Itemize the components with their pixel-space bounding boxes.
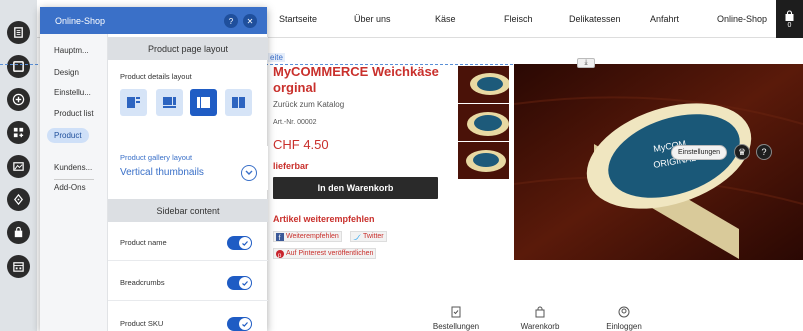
cheese-image: MyCOM ORIGINAL (514, 64, 803, 260)
gallery-thumbnail[interactable] (458, 66, 509, 103)
gallery-layout-dropdown[interactable]: Product gallery layout Vertical thumbnai… (108, 146, 268, 190)
layout-sidebar-left-icon[interactable] (120, 89, 147, 116)
pages-icon[interactable] (7, 21, 30, 44)
row-divider (108, 260, 268, 261)
side-nav-divider (54, 179, 94, 180)
layout-top-icon[interactable] (156, 89, 183, 116)
details-layout-label: Product details layout (120, 72, 192, 81)
layout-icon[interactable] (7, 55, 30, 78)
footer-login-label: Einloggen (606, 322, 642, 331)
gallery-thumbnail[interactable] (458, 104, 509, 141)
twitter-icon (353, 233, 361, 241)
facebook-share-label: Weiterempfehlen (286, 233, 339, 240)
cart-count: 0 (787, 21, 792, 29)
chevron-down-icon (241, 165, 257, 181)
back-to-catalog-link[interactable]: Zurück zum Katalog (273, 100, 344, 109)
twitter-share-button[interactable]: Twitter (350, 231, 387, 242)
pinterest-share-label: Auf Pinterest veröffentlichen (286, 250, 374, 257)
panel-header: Online-Shop ? ✕ (40, 7, 267, 34)
side-item-kundenservice[interactable]: Kundens... (54, 163, 92, 172)
pen-icon[interactable] (7, 188, 30, 211)
breadcrumbs-toggle[interactable] (227, 276, 252, 290)
product-title: MyCOMMERCE Weichkäse orginal (273, 64, 439, 95)
nav-delikatessen[interactable]: Delikatessen (569, 14, 621, 24)
check-icon (242, 240, 248, 246)
shop-bag-icon[interactable] (7, 221, 30, 244)
sidebar-section-title: Sidebar content (108, 199, 268, 222)
svg-text:f: f (279, 235, 281, 241)
footer-cart[interactable]: Warenkorb (505, 306, 575, 331)
footer-cart-label: Warenkorb (520, 322, 560, 331)
product-main-image[interactable]: MyCOM ORIGINAL (514, 64, 803, 260)
nav-online-shop[interactable]: Online-Shop (717, 14, 767, 24)
breadcrumb-tag[interactable]: eite (268, 53, 285, 62)
close-icon[interactable]: ✕ (243, 14, 257, 28)
side-item-hauptmenue[interactable]: Hauptm... (54, 46, 89, 55)
recommend-heading: Artikel weiterempfehlen (273, 214, 375, 224)
toggle-label-product-sku: Product SKU (120, 319, 164, 328)
toggle-label-breadcrumbs: Breadcrumbs (120, 278, 165, 287)
product-sku: Art.-Nr. 00002 (273, 119, 317, 126)
nav-anfahrt[interactable]: Anfahrt (650, 14, 679, 24)
nav-fleisch[interactable]: Fleisch (504, 14, 533, 24)
panel-title: Online-Shop (55, 16, 106, 26)
cart-bag-icon (785, 9, 794, 21)
gallery-layout-label: Product gallery layout (120, 153, 193, 162)
twitter-share-label: Twitter (363, 233, 384, 240)
header-cart-button[interactable]: 0 (776, 0, 803, 38)
gallery-thumbnail[interactable] (458, 142, 509, 179)
bag-icon (535, 306, 545, 318)
toggle-label-product-name: Product name (120, 238, 167, 247)
nav-kaese[interactable]: Käse (435, 14, 456, 24)
apps-icon[interactable] (7, 121, 30, 144)
side-item-design[interactable]: Design (54, 68, 79, 77)
media-icon[interactable] (7, 155, 30, 178)
online-shop-panel: Online-Shop ? ✕ Hauptm... Design Einstel… (40, 7, 268, 331)
check-icon (242, 280, 248, 286)
row-divider (108, 300, 268, 301)
crown-icon[interactable]: ♛ (734, 144, 750, 160)
panel-side-nav: Hauptm... Design Einstellu... Product li… (40, 34, 106, 331)
panel-content: Product page layout Product details layo… (107, 34, 268, 331)
layout-columns-icon[interactable] (225, 89, 252, 116)
nav-ueber-uns[interactable]: Über uns (354, 14, 391, 24)
footer-orders[interactable]: Bestellungen (421, 306, 491, 331)
facebook-icon: f (276, 232, 284, 242)
gallery-layout-value: Vertical thumbnails (120, 167, 204, 178)
layout-section-title: Product page layout (108, 37, 268, 60)
nav-startseite[interactable]: Startseite (279, 14, 317, 24)
add-to-cart-button[interactable]: In den Warenkorb (273, 177, 438, 199)
calendar-icon[interactable] (7, 255, 30, 278)
pinterest-share-button[interactable]: p Auf Pinterest veröffentlichen (273, 248, 377, 259)
footer-login[interactable]: Einloggen (589, 306, 659, 331)
check-icon (242, 321, 248, 327)
side-item-product[interactable]: Product (47, 128, 89, 143)
product-sku-toggle[interactable] (227, 317, 252, 331)
user-icon (618, 306, 630, 318)
side-item-product-list[interactable]: Product list (54, 109, 94, 118)
availability-status: lieferbar (273, 161, 309, 171)
product-price: CHF 4.50 (273, 137, 329, 152)
image-settings-button[interactable]: Einstellungen (671, 145, 728, 160)
facebook-share-button[interactable]: f Weiterempfehlen (273, 231, 342, 242)
side-item-add-ons[interactable]: Add-Ons (54, 183, 86, 192)
left-toolbar (0, 0, 37, 331)
footer-orders-label: Bestellungen (432, 322, 480, 331)
pinterest-icon: p (276, 249, 284, 259)
layout-sidebar-split-icon[interactable] (190, 89, 217, 116)
add-icon[interactable] (7, 88, 30, 111)
help-icon[interactable]: ? (756, 144, 772, 160)
side-item-einstellungen[interactable]: Einstellu... (54, 88, 91, 97)
question-icon[interactable]: ? (224, 14, 238, 28)
product-name-toggle[interactable] (227, 236, 252, 250)
download-icon[interactable]: ⤓ (577, 58, 595, 68)
orders-icon (451, 306, 461, 318)
